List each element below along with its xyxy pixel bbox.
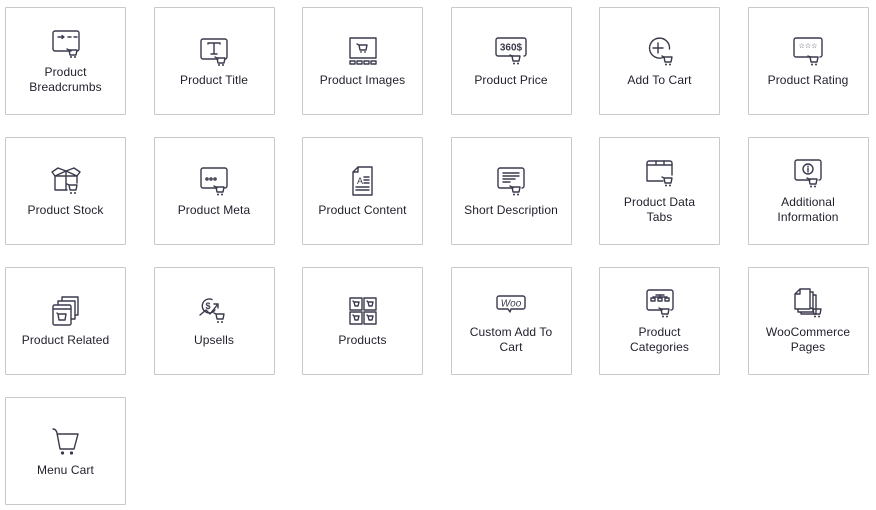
menu-cart-icon xyxy=(50,425,82,457)
widget-custom-add-to-cart[interactable]: Woo Custom Add To Cart xyxy=(450,267,572,375)
svg-text:A: A xyxy=(357,176,363,186)
stock-box-icon xyxy=(50,165,82,197)
info-icon xyxy=(792,157,824,189)
widget-upsells[interactable]: $ Upsells xyxy=(153,267,275,375)
widget-product-data-tabs[interactable]: Product Data Tabs xyxy=(599,137,720,245)
widget-label: Product Breadcrumbs xyxy=(29,65,102,94)
widget-label: Product Meta xyxy=(177,202,251,217)
woocommerce-pages-icon xyxy=(792,287,824,319)
widget-menu-cart[interactable]: Menu Cart xyxy=(5,397,126,505)
widget-label: Product Price xyxy=(474,72,548,87)
widget-product-price[interactable]: 360$ Product Price xyxy=(450,7,572,115)
data-tabs-icon xyxy=(644,157,676,189)
widget-product-meta[interactable]: Product Meta xyxy=(153,137,275,245)
price-icon: 360$ xyxy=(495,35,527,67)
widget-product-stock[interactable]: Product Stock xyxy=(5,137,126,245)
widget-label: Additional Information xyxy=(777,195,839,224)
widget-label: Menu Cart xyxy=(37,462,94,477)
upsells-icon: $ xyxy=(198,295,230,327)
widget-additional-information[interactable]: Additional Information xyxy=(747,137,869,245)
widget-label: Add To Cart xyxy=(627,72,692,87)
widget-product-categories[interactable]: Product Categories xyxy=(599,267,720,375)
breadcrumbs-icon xyxy=(50,27,82,59)
woo-icon: Woo xyxy=(495,287,527,319)
widget-grid: Product Breadcrumbs Product Title Produc… xyxy=(5,7,871,505)
price-icon-text: 360$ xyxy=(500,42,523,53)
widget-add-to-cart[interactable]: Add To Cart xyxy=(599,7,720,115)
short-description-icon xyxy=(495,165,527,197)
widget-label: Product Related xyxy=(21,332,110,347)
related-icon xyxy=(50,295,82,327)
widget-label: Products xyxy=(338,332,387,347)
images-icon xyxy=(347,35,379,67)
widget-product-rating[interactable]: ☆☆☆ Product Rating xyxy=(747,7,869,115)
widget-label: Product Images xyxy=(319,72,406,87)
svg-text:☆☆☆: ☆☆☆ xyxy=(799,42,818,50)
widget-woocommerce-pages[interactable]: WooCommerce Pages xyxy=(747,267,869,375)
add-to-cart-icon xyxy=(644,35,676,67)
widget-label: Product Content xyxy=(318,202,407,217)
widget-label: Product Title xyxy=(180,72,248,87)
widget-products[interactable]: Products xyxy=(302,267,423,375)
content-document-icon: A xyxy=(347,165,379,197)
widget-product-content[interactable]: A Product Content xyxy=(302,137,423,245)
rating-icon: ☆☆☆ xyxy=(792,35,824,67)
widget-label: WooCommerce Pages xyxy=(765,325,851,354)
widget-label: Short Description xyxy=(464,202,558,217)
widget-product-related[interactable]: Product Related xyxy=(5,267,126,375)
widget-short-description[interactable]: Short Description xyxy=(450,137,572,245)
widget-label: Upsells xyxy=(193,332,235,347)
widget-product-title[interactable]: Product Title xyxy=(153,7,275,115)
widget-label: Product Stock xyxy=(27,202,104,217)
widget-label: Product Categories xyxy=(629,325,690,354)
meta-icon xyxy=(198,165,230,197)
widget-product-images[interactable]: Product Images xyxy=(302,7,423,115)
title-icon xyxy=(198,35,230,67)
widget-label: Custom Add To Cart xyxy=(469,325,553,354)
categories-icon xyxy=(644,287,676,319)
widget-label: Product Data Tabs xyxy=(623,195,696,224)
widget-product-breadcrumbs[interactable]: Product Breadcrumbs xyxy=(5,7,126,115)
widget-label: Product Rating xyxy=(767,72,849,87)
products-grid-icon xyxy=(347,295,379,327)
woo-icon-text: Woo xyxy=(501,299,522,310)
